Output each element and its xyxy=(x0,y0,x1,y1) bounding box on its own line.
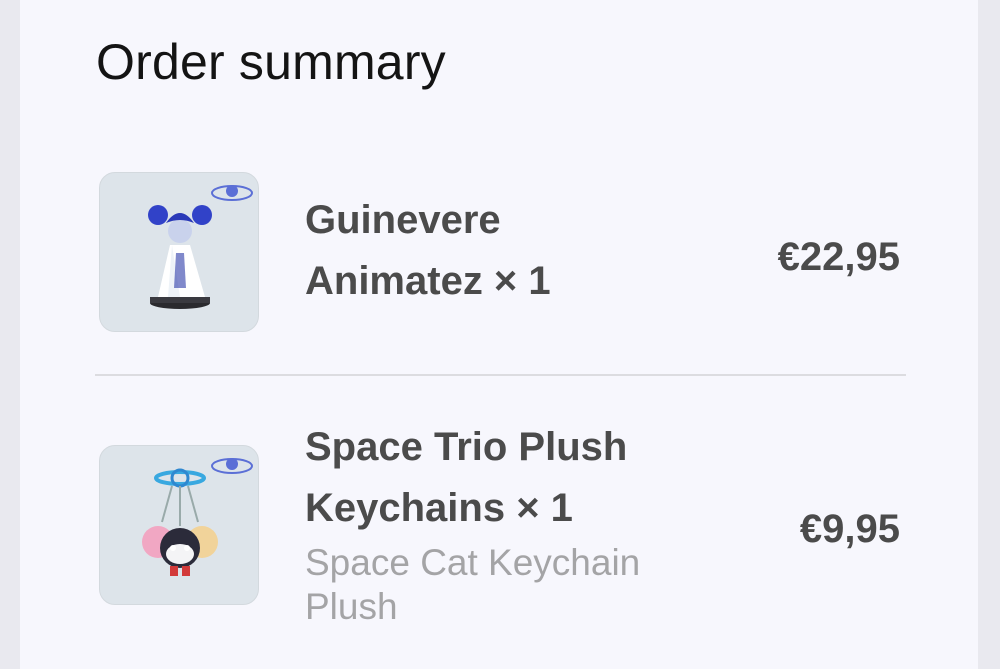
item-name-line1: Space Trio Plush xyxy=(305,425,628,469)
keychain-icon xyxy=(142,458,253,576)
figurine-image xyxy=(99,172,259,332)
item-price: €9,95 xyxy=(799,507,900,551)
order-summary-title: Order summary xyxy=(96,34,446,90)
item-variant-line2: Plush xyxy=(305,586,398,627)
figurine-icon xyxy=(148,185,253,309)
item-name-line2: Animatez × 1 xyxy=(305,259,551,303)
item-price: €22,95 xyxy=(777,235,900,279)
item-variant-line1: Space Cat Keychain xyxy=(305,542,641,583)
item-divider xyxy=(95,374,906,376)
item-name-line1: Guinevere xyxy=(305,198,501,242)
keychain-image xyxy=(99,445,259,605)
item-name-line2: Keychains × 1 xyxy=(305,486,573,530)
